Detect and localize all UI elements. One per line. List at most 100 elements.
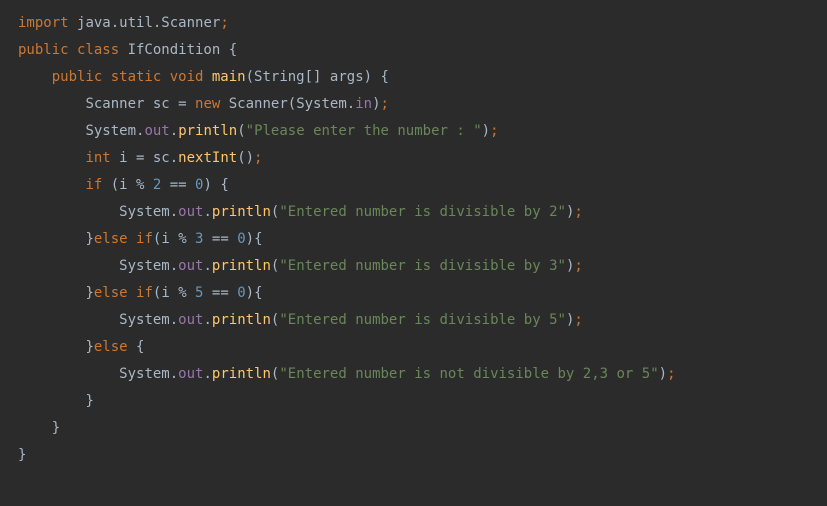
token-op: . <box>170 366 178 382</box>
token-semi: ; <box>667 366 675 382</box>
token-field: in <box>355 96 372 112</box>
token-method: println <box>212 366 271 382</box>
token-kw: if <box>85 177 110 193</box>
token-cls: System <box>119 258 170 274</box>
token-op: . <box>170 204 178 220</box>
token-method: println <box>212 258 271 274</box>
token-semi: ; <box>574 312 582 328</box>
token-brace: { <box>380 69 388 85</box>
token-cls: Scanner <box>85 96 152 112</box>
token-method: println <box>212 204 271 220</box>
token-semi: ; <box>574 258 582 274</box>
token-num: 0 <box>237 231 245 247</box>
code-line: System.out.println("Entered number is di… <box>18 199 809 226</box>
token-kw: else if <box>94 285 153 301</box>
token-semi: ; <box>574 204 582 220</box>
token-kw: new <box>195 96 229 112</box>
token-op: % <box>178 231 195 247</box>
token-ident: args <box>330 69 364 85</box>
token-paren: ( <box>288 96 296 112</box>
token-op: . <box>203 258 211 274</box>
code-line: public static void main(String[] args) { <box>18 64 809 91</box>
token-method: println <box>178 123 237 139</box>
code-line: Scanner sc = new Scanner(System.in); <box>18 91 809 118</box>
token-method: main <box>212 69 246 85</box>
token-str: "Entered number is not divisible by 2,3 … <box>279 366 658 382</box>
token-paren: ) <box>246 231 254 247</box>
token-kw: else if <box>94 231 153 247</box>
token-semi: ; <box>490 123 498 139</box>
token-cls: System <box>119 312 170 328</box>
token-field: out <box>144 123 169 139</box>
token-brace: } <box>52 420 60 436</box>
token-op: = <box>178 96 195 112</box>
code-line: }else if(i % 5 == 0){ <box>18 280 809 307</box>
token-op: == <box>203 285 237 301</box>
token-kw: import <box>18 15 77 31</box>
token-pkg: java.util.Scanner <box>77 15 220 31</box>
token-kw: public static void <box>52 69 212 85</box>
token-brace: { <box>254 231 262 247</box>
token-num: 0 <box>237 285 245 301</box>
code-line: System.out.println("Entered number is di… <box>18 307 809 334</box>
token-paren: () <box>237 150 254 166</box>
token-op: . <box>170 150 178 166</box>
token-ident: i <box>119 177 136 193</box>
token-str: "Entered number is divisible by 3" <box>279 258 566 274</box>
code-line: }else if(i % 3 == 0){ <box>18 226 809 253</box>
code-line: } <box>18 442 809 469</box>
token-op: . <box>170 123 178 139</box>
token-method: println <box>212 312 271 328</box>
token-semi: ; <box>254 150 262 166</box>
token-ident: i <box>119 150 136 166</box>
token-cls: System <box>119 204 170 220</box>
token-semi: ; <box>220 15 228 31</box>
code-line: }else { <box>18 334 809 361</box>
code-lines: import java.util.Scanner;public class If… <box>18 10 809 469</box>
token-op: . <box>203 312 211 328</box>
token-str: "Entered number is divisible by 2" <box>279 204 566 220</box>
token-kw: else <box>94 339 136 355</box>
token-paren: ( <box>237 123 245 139</box>
token-op: . <box>170 258 178 274</box>
token-kw: public class <box>18 42 128 58</box>
token-ident: sc <box>153 150 170 166</box>
code-line: import java.util.Scanner; <box>18 10 809 37</box>
token-paren: ) <box>364 69 381 85</box>
token-op: % <box>136 177 153 193</box>
token-brace: } <box>18 447 26 463</box>
token-op: = <box>136 150 153 166</box>
token-str: "Please enter the number : " <box>246 123 482 139</box>
code-editor: import java.util.Scanner;public class If… <box>0 0 827 479</box>
token-brace: } <box>85 231 93 247</box>
token-paren: ) <box>482 123 490 139</box>
token-op: == <box>161 177 195 193</box>
token-cls: Scanner <box>229 96 288 112</box>
token-brace: { <box>254 285 262 301</box>
token-op: . <box>170 312 178 328</box>
token-op: . <box>203 204 211 220</box>
token-brace: } <box>85 285 93 301</box>
token-paren: ) <box>246 285 254 301</box>
token-brace: } <box>85 339 93 355</box>
token-cls: System <box>85 123 136 139</box>
token-ident: i <box>161 285 178 301</box>
token-field: out <box>178 258 203 274</box>
token-field: out <box>178 366 203 382</box>
code-line: public class IfCondition { <box>18 37 809 64</box>
token-brace: { <box>229 42 237 58</box>
code-line: } <box>18 415 809 442</box>
token-cls: System <box>119 366 170 382</box>
token-paren: ( <box>111 177 119 193</box>
token-kw: int <box>85 150 119 166</box>
token-field: out <box>178 204 203 220</box>
token-paren: ) <box>203 177 220 193</box>
token-cls: IfCondition <box>128 42 229 58</box>
token-op: == <box>203 231 237 247</box>
code-line: System.out.println("Entered number is no… <box>18 361 809 388</box>
token-ident: sc <box>153 96 178 112</box>
code-line: if (i % 2 == 0) { <box>18 172 809 199</box>
token-semi: ; <box>381 96 389 112</box>
token-paren: ) <box>659 366 667 382</box>
token-brace: } <box>85 393 93 409</box>
